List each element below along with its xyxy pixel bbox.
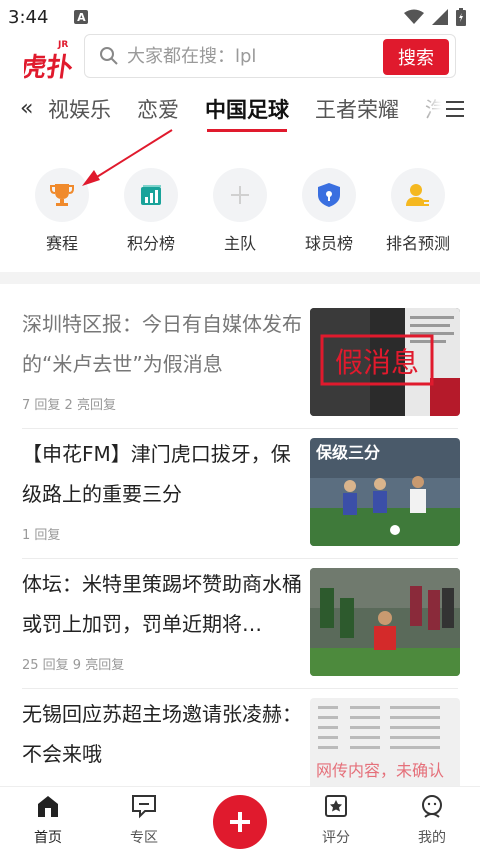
wifi-icon [404, 9, 424, 24]
profile-icon [422, 795, 442, 818]
news-meta: 25 回复 9 亮回复 [22, 658, 125, 673]
logo-superscript: JR [57, 40, 68, 50]
app-header: 虎扑 JR 搜索 [0, 34, 480, 83]
thumbnail-caption: 假消息 [335, 346, 419, 379]
battery-icon [456, 8, 466, 26]
shield-icon [318, 183, 340, 207]
nav-zone[interactable]: 专区 [104, 793, 184, 847]
nav-label: 专区 [130, 830, 158, 846]
nav-label: 首页 [34, 830, 62, 846]
nav-rating[interactable]: 评分 [296, 793, 376, 847]
hupu-logo[interactable]: 虎扑 JR [18, 36, 76, 83]
nav-home[interactable]: 首页 [8, 793, 88, 847]
quick-entry-ranking-prediction[interactable]: 排名预测 [373, 168, 463, 254]
tab-honor-of-kings[interactable]: 王者荣耀 [315, 94, 399, 124]
home-icon [38, 796, 58, 817]
search-button[interactable]: 搜索 [383, 39, 449, 75]
bottom-navigation: 首页 专区 评分 我的 [0, 786, 480, 854]
quick-entry-home-team[interactable]: 主队 [195, 168, 285, 254]
thumbnail-caption: 保级三分 [315, 443, 380, 462]
channel-tabs: « 视娱乐 恋爱 中国足球 王者荣耀 汽 [0, 86, 480, 134]
news-item[interactable]: 【申花FM】津门虎口拔牙，保级路上的重要三分 1 回复 保级三分 [0, 428, 480, 559]
nav-label: 评分 [322, 830, 350, 846]
section-divider [0, 272, 480, 284]
news-title: 【申花FM】津门虎口拔牙，保级路上的重要三分 [22, 442, 291, 506]
double-chevron-left-icon[interactable]: « [20, 96, 33, 121]
news-title: 体坛：米特里策踢坏赞助商水桶或罚上加罚，罚单近期将… [22, 572, 302, 636]
thumbnail-caption: 网传内容，未确认 [316, 761, 444, 780]
news-thumbnail: 保级三分 [310, 438, 460, 546]
tab-romance[interactable]: 恋爱 [137, 94, 179, 124]
logo-icon: 虎扑 JR [18, 40, 75, 83]
news-thumbnail: 假消息 [310, 308, 460, 416]
status-bar: 3:44 A [0, 0, 480, 34]
pointer-arrow-icon [82, 129, 173, 186]
search-icon [100, 47, 118, 65]
signal-icon [432, 9, 448, 25]
tab-china-football[interactable]: 中国足球 [205, 94, 289, 132]
tab-list: 视娱乐 恋爱 中国足球 王者荣耀 汽 [48, 94, 472, 132]
quick-entries: 赛程 积分榜 主队 球员榜 排名预测 [0, 129, 480, 260]
plus-icon [230, 812, 250, 832]
quick-entry-label: 排名预测 [385, 234, 450, 253]
status-time: 3:44 [8, 6, 49, 28]
menu-icon[interactable] [446, 101, 464, 117]
search-input[interactable] [127, 45, 377, 67]
news-meta: 7 回复 2 亮回复 [22, 398, 116, 413]
news-thumbnail [310, 568, 460, 676]
news-meta: 1 回复 [22, 528, 61, 543]
nav-label: 我的 [418, 830, 446, 846]
news-title: 无锡回应苏超主场邀请张凌赫：不会来哦 [22, 702, 302, 766]
plus-icon [231, 186, 249, 204]
quick-entry-label: 赛程 [45, 234, 78, 253]
quick-entry-label: 主队 [223, 234, 256, 253]
news-item[interactable]: 深圳特区报：今日有自媒体发布的“米卢去世”为假消息 7 回复 2 亮回复 假消息 [0, 298, 480, 429]
notification-icon: A [74, 10, 89, 24]
nav-profile[interactable]: 我的 [392, 793, 472, 847]
news-title: 深圳特区报：今日有自媒体发布的“米卢去世”为假消息 [22, 312, 302, 376]
tab-entertainment[interactable]: 视娱乐 [48, 94, 111, 124]
quick-entry-label: 积分榜 [126, 234, 175, 253]
news-thumbnail: 网传内容，未确认 [310, 698, 460, 794]
quick-entry-label: 球员榜 [304, 234, 353, 253]
news-item[interactable]: 体坛：米特里策踢坏赞助商水桶或罚上加罚，罚单近期将… 25 回复 9 亮回复 [0, 558, 480, 689]
search-bar[interactable]: 搜索 [84, 34, 456, 78]
person-icon [406, 184, 429, 206]
quick-entry-player-ranking[interactable]: 球员榜 [284, 168, 374, 254]
star-rating-icon [325, 795, 347, 817]
chat-icon [132, 795, 156, 819]
create-post-button[interactable] [213, 795, 267, 849]
logo-wordmark: 虎扑 [24, 53, 75, 80]
